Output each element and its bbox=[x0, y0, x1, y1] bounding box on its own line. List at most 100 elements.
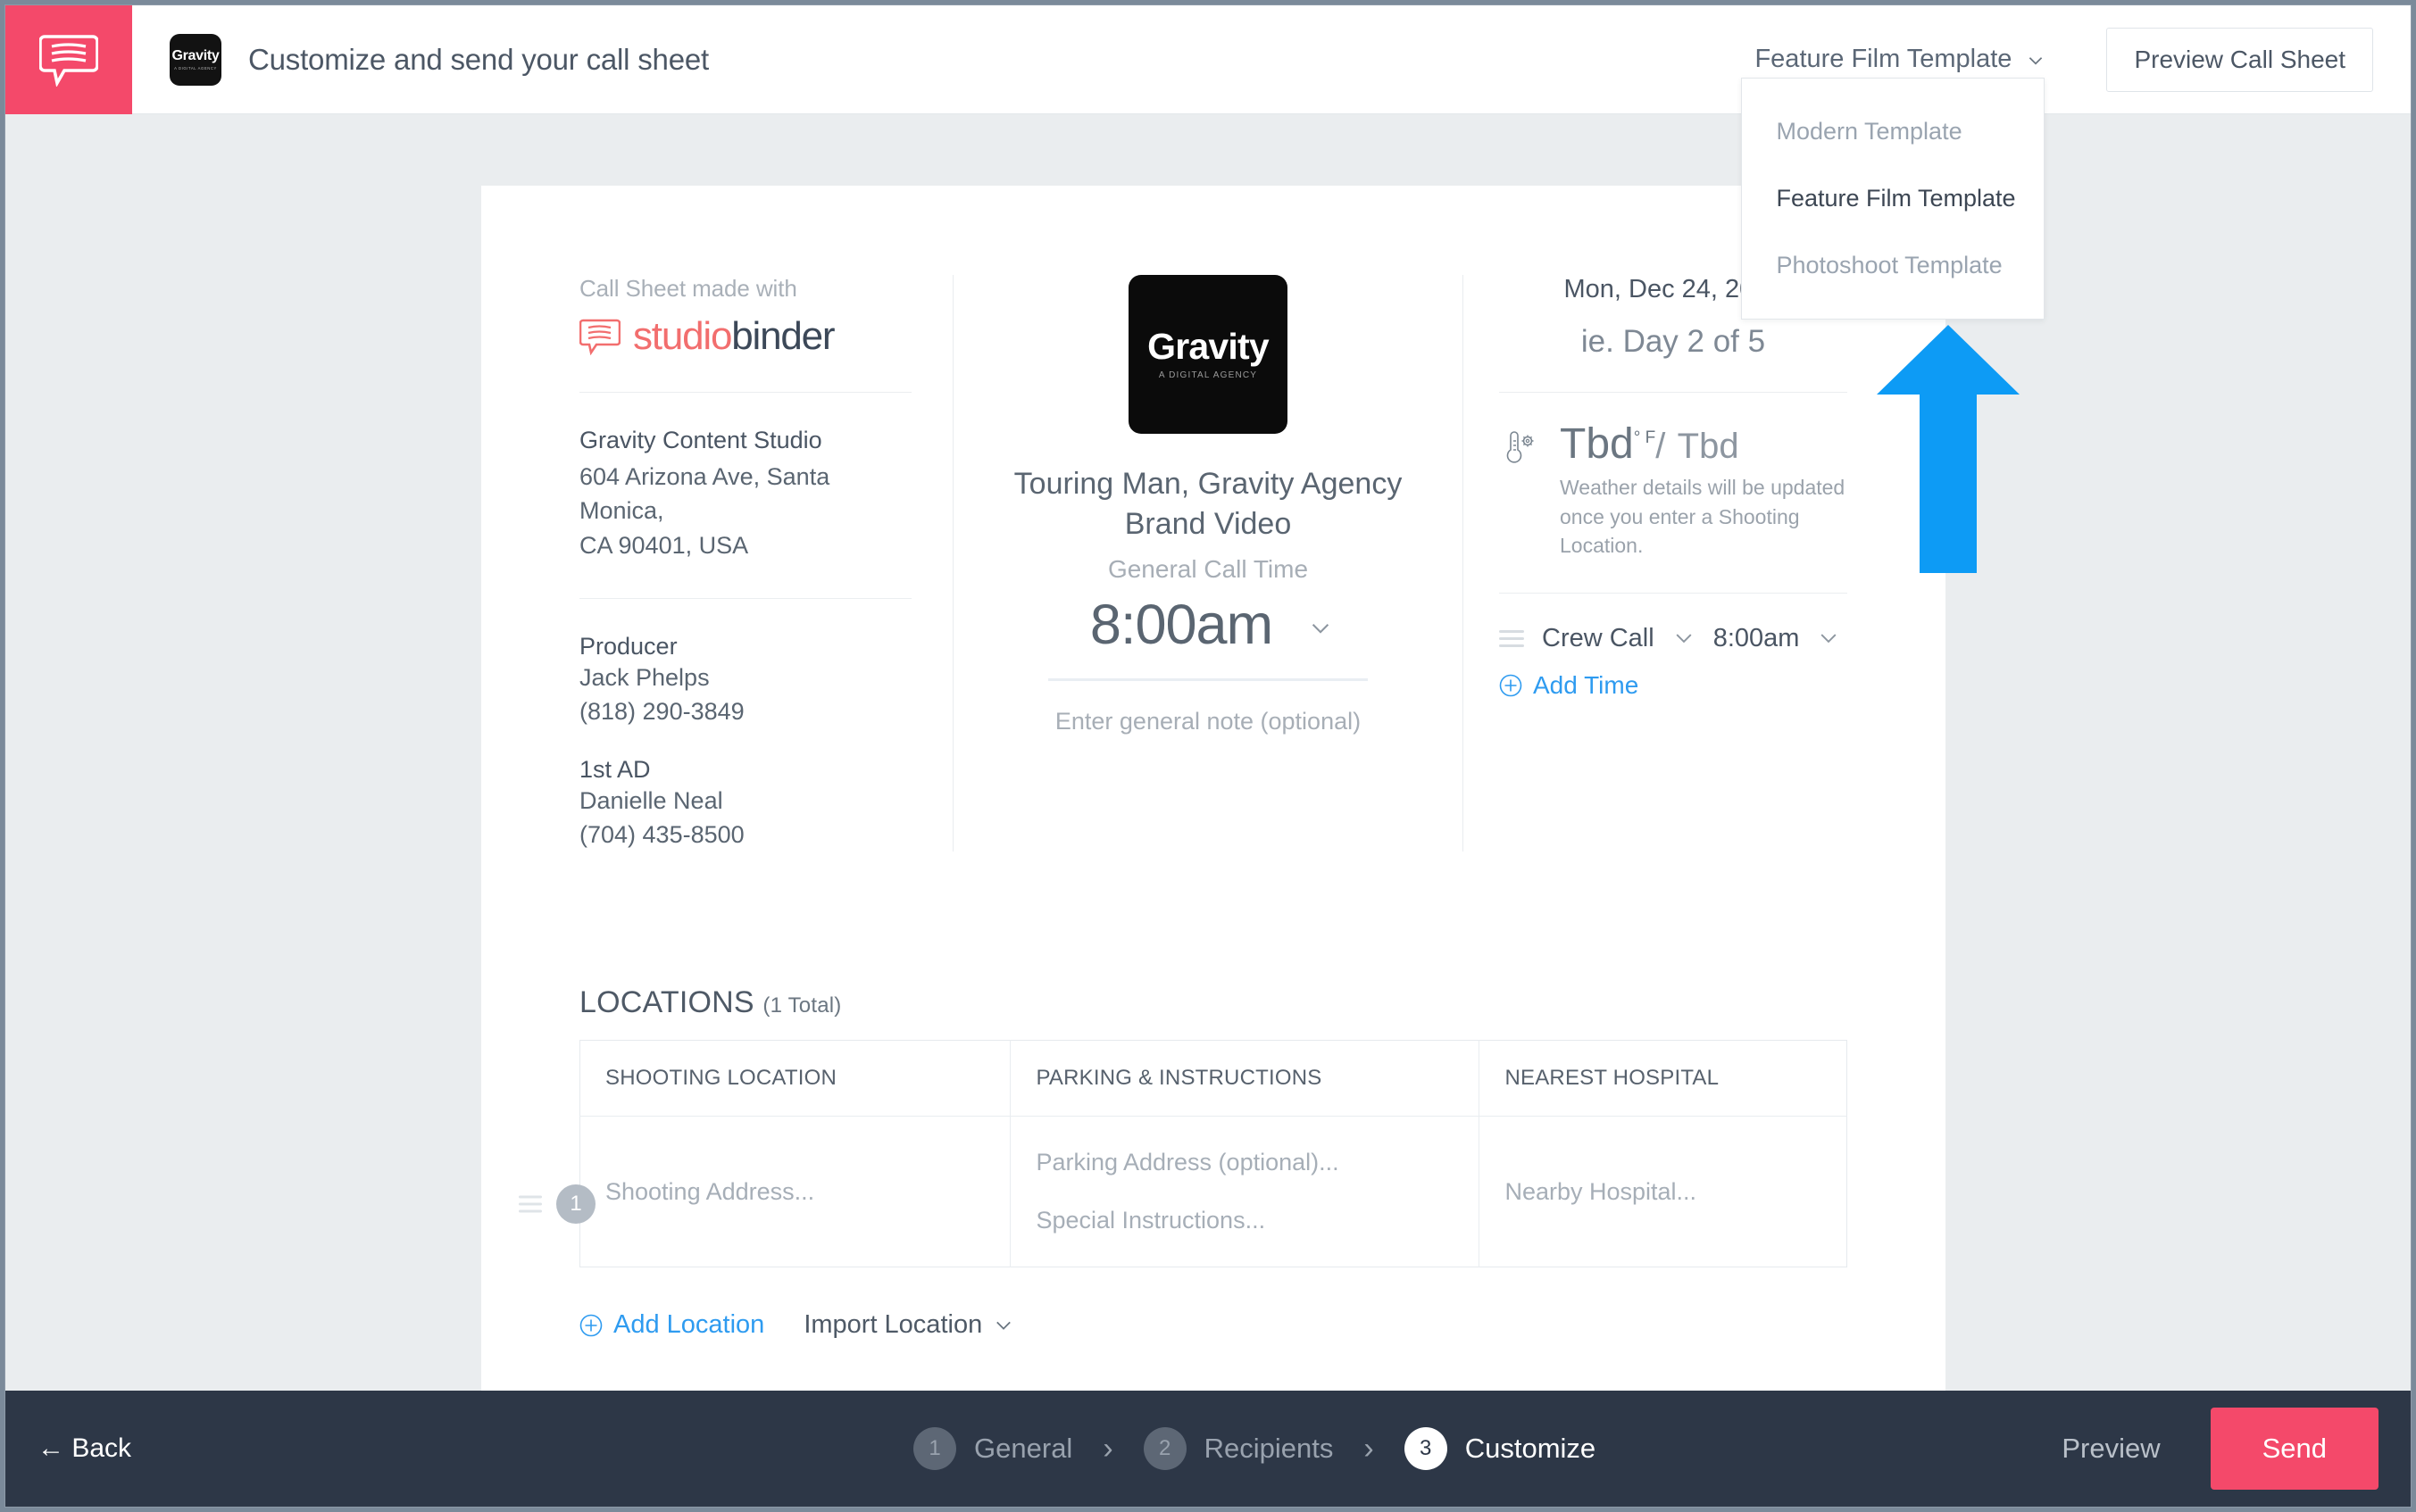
row-drag-handle-icon[interactable] bbox=[519, 1191, 542, 1217]
general-call-time-row[interactable]: 8:00am bbox=[1004, 593, 1412, 657]
studiobinder-speech-bubble-icon bbox=[579, 318, 621, 356]
preview-link[interactable]: Preview bbox=[2062, 1433, 2160, 1465]
footer-actions: Preview Send bbox=[2062, 1408, 2411, 1490]
locations-actions: Add Location Import Location bbox=[579, 1310, 1847, 1340]
project-logo[interactable]: Gravity A DIGITAL AGENCY bbox=[1129, 275, 1287, 434]
step-recipients[interactable]: 2 Recipients bbox=[1143, 1427, 1334, 1470]
project-logo-tagline: A DIGITAL AGENCY bbox=[1158, 370, 1258, 380]
chevron-down-icon bbox=[993, 1314, 1016, 1337]
divider bbox=[1499, 392, 1847, 393]
locations-heading: LOCATIONS (1 Total) bbox=[579, 985, 1847, 1020]
locations-title: LOCATIONS bbox=[579, 985, 754, 1020]
add-time-label: Add Time bbox=[1533, 670, 1639, 699]
step-separator-icon: › bbox=[1103, 1431, 1113, 1466]
chevron-down-icon[interactable] bbox=[1672, 627, 1695, 650]
import-location-label: Import Location bbox=[804, 1310, 983, 1340]
locations-table-wrap: SHOOTING LOCATION PARKING & INSTRUCTIONS… bbox=[519, 1040, 1847, 1268]
contact-name: Jack Phelps bbox=[579, 663, 710, 691]
call-time-underline bbox=[1048, 677, 1368, 681]
cell-parking-instructions[interactable]: Parking Address (optional)... Special In… bbox=[1010, 1116, 1480, 1267]
step-label: Recipients bbox=[1204, 1433, 1334, 1464]
contact-phone: (704) 435-8500 bbox=[579, 820, 745, 848]
dropdown-item-modern-template[interactable]: Modern Template bbox=[1742, 98, 2044, 165]
add-location-label: Add Location bbox=[613, 1310, 765, 1340]
dropdown-item-photoshoot-template[interactable]: Photoshoot Template bbox=[1742, 232, 2044, 299]
chevron-down-icon[interactable] bbox=[1308, 616, 1329, 634]
call-sheet-page: Call Sheet made with studiobinder Gravit… bbox=[481, 186, 1945, 1441]
company-address-line-1: 604 Arizona Ave, Santa Monica, bbox=[579, 463, 830, 525]
made-with-label: Call Sheet made with bbox=[579, 275, 797, 302]
step-number: 2 bbox=[1143, 1427, 1187, 1470]
studiobinder-speech-bubble-icon bbox=[38, 33, 99, 87]
plus-circle-icon bbox=[1499, 674, 1522, 697]
weather-low: Tbd bbox=[1677, 427, 1739, 466]
table-row[interactable]: Shooting Address... Parking Address (opt… bbox=[579, 1116, 1847, 1267]
cell-nearest-hospital[interactable]: Nearby Hospital... bbox=[1479, 1117, 1847, 1267]
studiobinder-wordmark: studiobinder bbox=[633, 314, 836, 358]
up-arrow-annotation bbox=[1877, 325, 2020, 573]
weather-block: Tbd° F/ Tbd Weather details will be upda… bbox=[1499, 423, 1847, 561]
project-logo-name: Gravity bbox=[1147, 326, 1270, 367]
preview-call-sheet-button[interactable]: Preview Call Sheet bbox=[2106, 27, 2373, 92]
header-left-group: Gravity A DIGITAL AGENCY Customize and s… bbox=[132, 5, 1740, 113]
import-location-button[interactable]: Import Location bbox=[804, 1310, 1016, 1340]
row-number-badge: 1 bbox=[556, 1184, 596, 1224]
column-nearest-hospital: NEAREST HOSPITAL bbox=[1479, 1040, 1847, 1117]
app-window: Call Sheet made with studiobinder Gravit… bbox=[4, 4, 2412, 1508]
back-button[interactable]: ← Back bbox=[37, 1433, 131, 1464]
add-location-button[interactable]: Add Location bbox=[579, 1310, 764, 1340]
send-button[interactable]: Send bbox=[2210, 1408, 2379, 1490]
sheet-middle-column: Gravity A DIGITAL AGENCY Touring Man, Gr… bbox=[953, 275, 1463, 852]
sheet-right-column: Mon, Dec 24, 2018 ie. Day 2 of 5 Tbd° F/… bbox=[1463, 275, 1847, 852]
crew-call-row[interactable]: Crew Call 8:00am bbox=[1499, 624, 1847, 653]
step-label: Customize bbox=[1464, 1433, 1596, 1464]
step-general[interactable]: 1 General bbox=[913, 1427, 1072, 1470]
company-address-line-2: CA 90401, USA bbox=[579, 531, 749, 559]
drag-handle-icon[interactable] bbox=[1499, 626, 1524, 652]
sheet-left-column: Call Sheet made with studiobinder Gravit… bbox=[579, 275, 953, 852]
studiobinder-logo-button[interactable] bbox=[5, 5, 132, 114]
contact-phone: (818) 290-3849 bbox=[579, 698, 745, 726]
divider bbox=[579, 597, 912, 599]
table-header-row: SHOOTING LOCATION PARKING & INSTRUCTIONS… bbox=[579, 1040, 1847, 1117]
dropdown-item-feature-film-template[interactable]: Feature Film Template bbox=[1742, 165, 2044, 232]
step-customize[interactable]: 3 Customize bbox=[1404, 1427, 1595, 1470]
contact-first-ad[interactable]: 1st AD Danielle Neal (704) 435-8500 bbox=[579, 756, 912, 852]
header-right-group: Feature Film Template Modern Template Fe… bbox=[1740, 5, 2411, 320]
contact-role: 1st AD bbox=[579, 755, 651, 783]
wizard-steps: 1 General › 2 Recipients › 3 Customize bbox=[913, 1427, 1595, 1470]
column-shooting-location: SHOOTING LOCATION bbox=[579, 1040, 1012, 1117]
chevron-down-icon bbox=[2026, 51, 2044, 69]
cell-shooting-location[interactable]: Shooting Address... bbox=[579, 1116, 1012, 1267]
template-select[interactable]: Feature Film Template bbox=[1740, 36, 2058, 83]
step-label: General bbox=[974, 1433, 1073, 1464]
add-time-button[interactable]: Add Time bbox=[1499, 671, 1847, 700]
shoot-day-input[interactable]: ie. Day 2 of 5 bbox=[1499, 324, 1847, 360]
cell-special-instructions[interactable]: Special Instructions... bbox=[1036, 1207, 1479, 1234]
project-thumb-tagline: A DIGITAL AGENCY bbox=[174, 65, 217, 71]
weather-note: Weather details will be updated once you… bbox=[1560, 476, 1845, 558]
contact-name: Danielle Neal bbox=[579, 786, 723, 814]
app-footer: ← Back 1 General › 2 Recipients › 3 Cust… bbox=[5, 1391, 2411, 1507]
studiobinder-logo: studiobinder bbox=[579, 317, 912, 356]
weather-separator: / bbox=[1655, 427, 1666, 466]
cell-parking-address[interactable]: Parking Address (optional)... bbox=[1036, 1149, 1479, 1176]
crew-call-time: 8:00am bbox=[1712, 623, 1800, 652]
contact-role: Producer bbox=[579, 632, 678, 660]
brand-studio: studio bbox=[633, 314, 732, 358]
project-thumbnail[interactable]: Gravity A DIGITAL AGENCY bbox=[170, 33, 221, 86]
chevron-down-icon[interactable] bbox=[1817, 627, 1840, 650]
crew-call-label: Crew Call bbox=[1542, 623, 1654, 652]
brand-binder: binder bbox=[731, 314, 835, 358]
project-title: Touring Man, Gravity Agency Brand Video bbox=[1013, 467, 1403, 541]
divider bbox=[1499, 592, 1847, 594]
general-note-input[interactable]: Enter general note (optional) bbox=[1004, 708, 1412, 735]
step-number: 1 bbox=[913, 1427, 957, 1470]
app-header: Gravity A DIGITAL AGENCY Customize and s… bbox=[5, 5, 2411, 320]
locations-count: (1 Total) bbox=[762, 993, 842, 1018]
company-block[interactable]: Gravity Content Studio 604 Arizona Ave, … bbox=[579, 427, 912, 562]
page-title: Customize and send your call sheet bbox=[248, 42, 709, 76]
template-dropdown-menu: Modern Template Feature Film Template Ph… bbox=[1741, 78, 2045, 320]
contact-producer[interactable]: Producer Jack Phelps (818) 290-3849 bbox=[579, 633, 912, 729]
company-name: Gravity Content Studio bbox=[579, 427, 822, 453]
